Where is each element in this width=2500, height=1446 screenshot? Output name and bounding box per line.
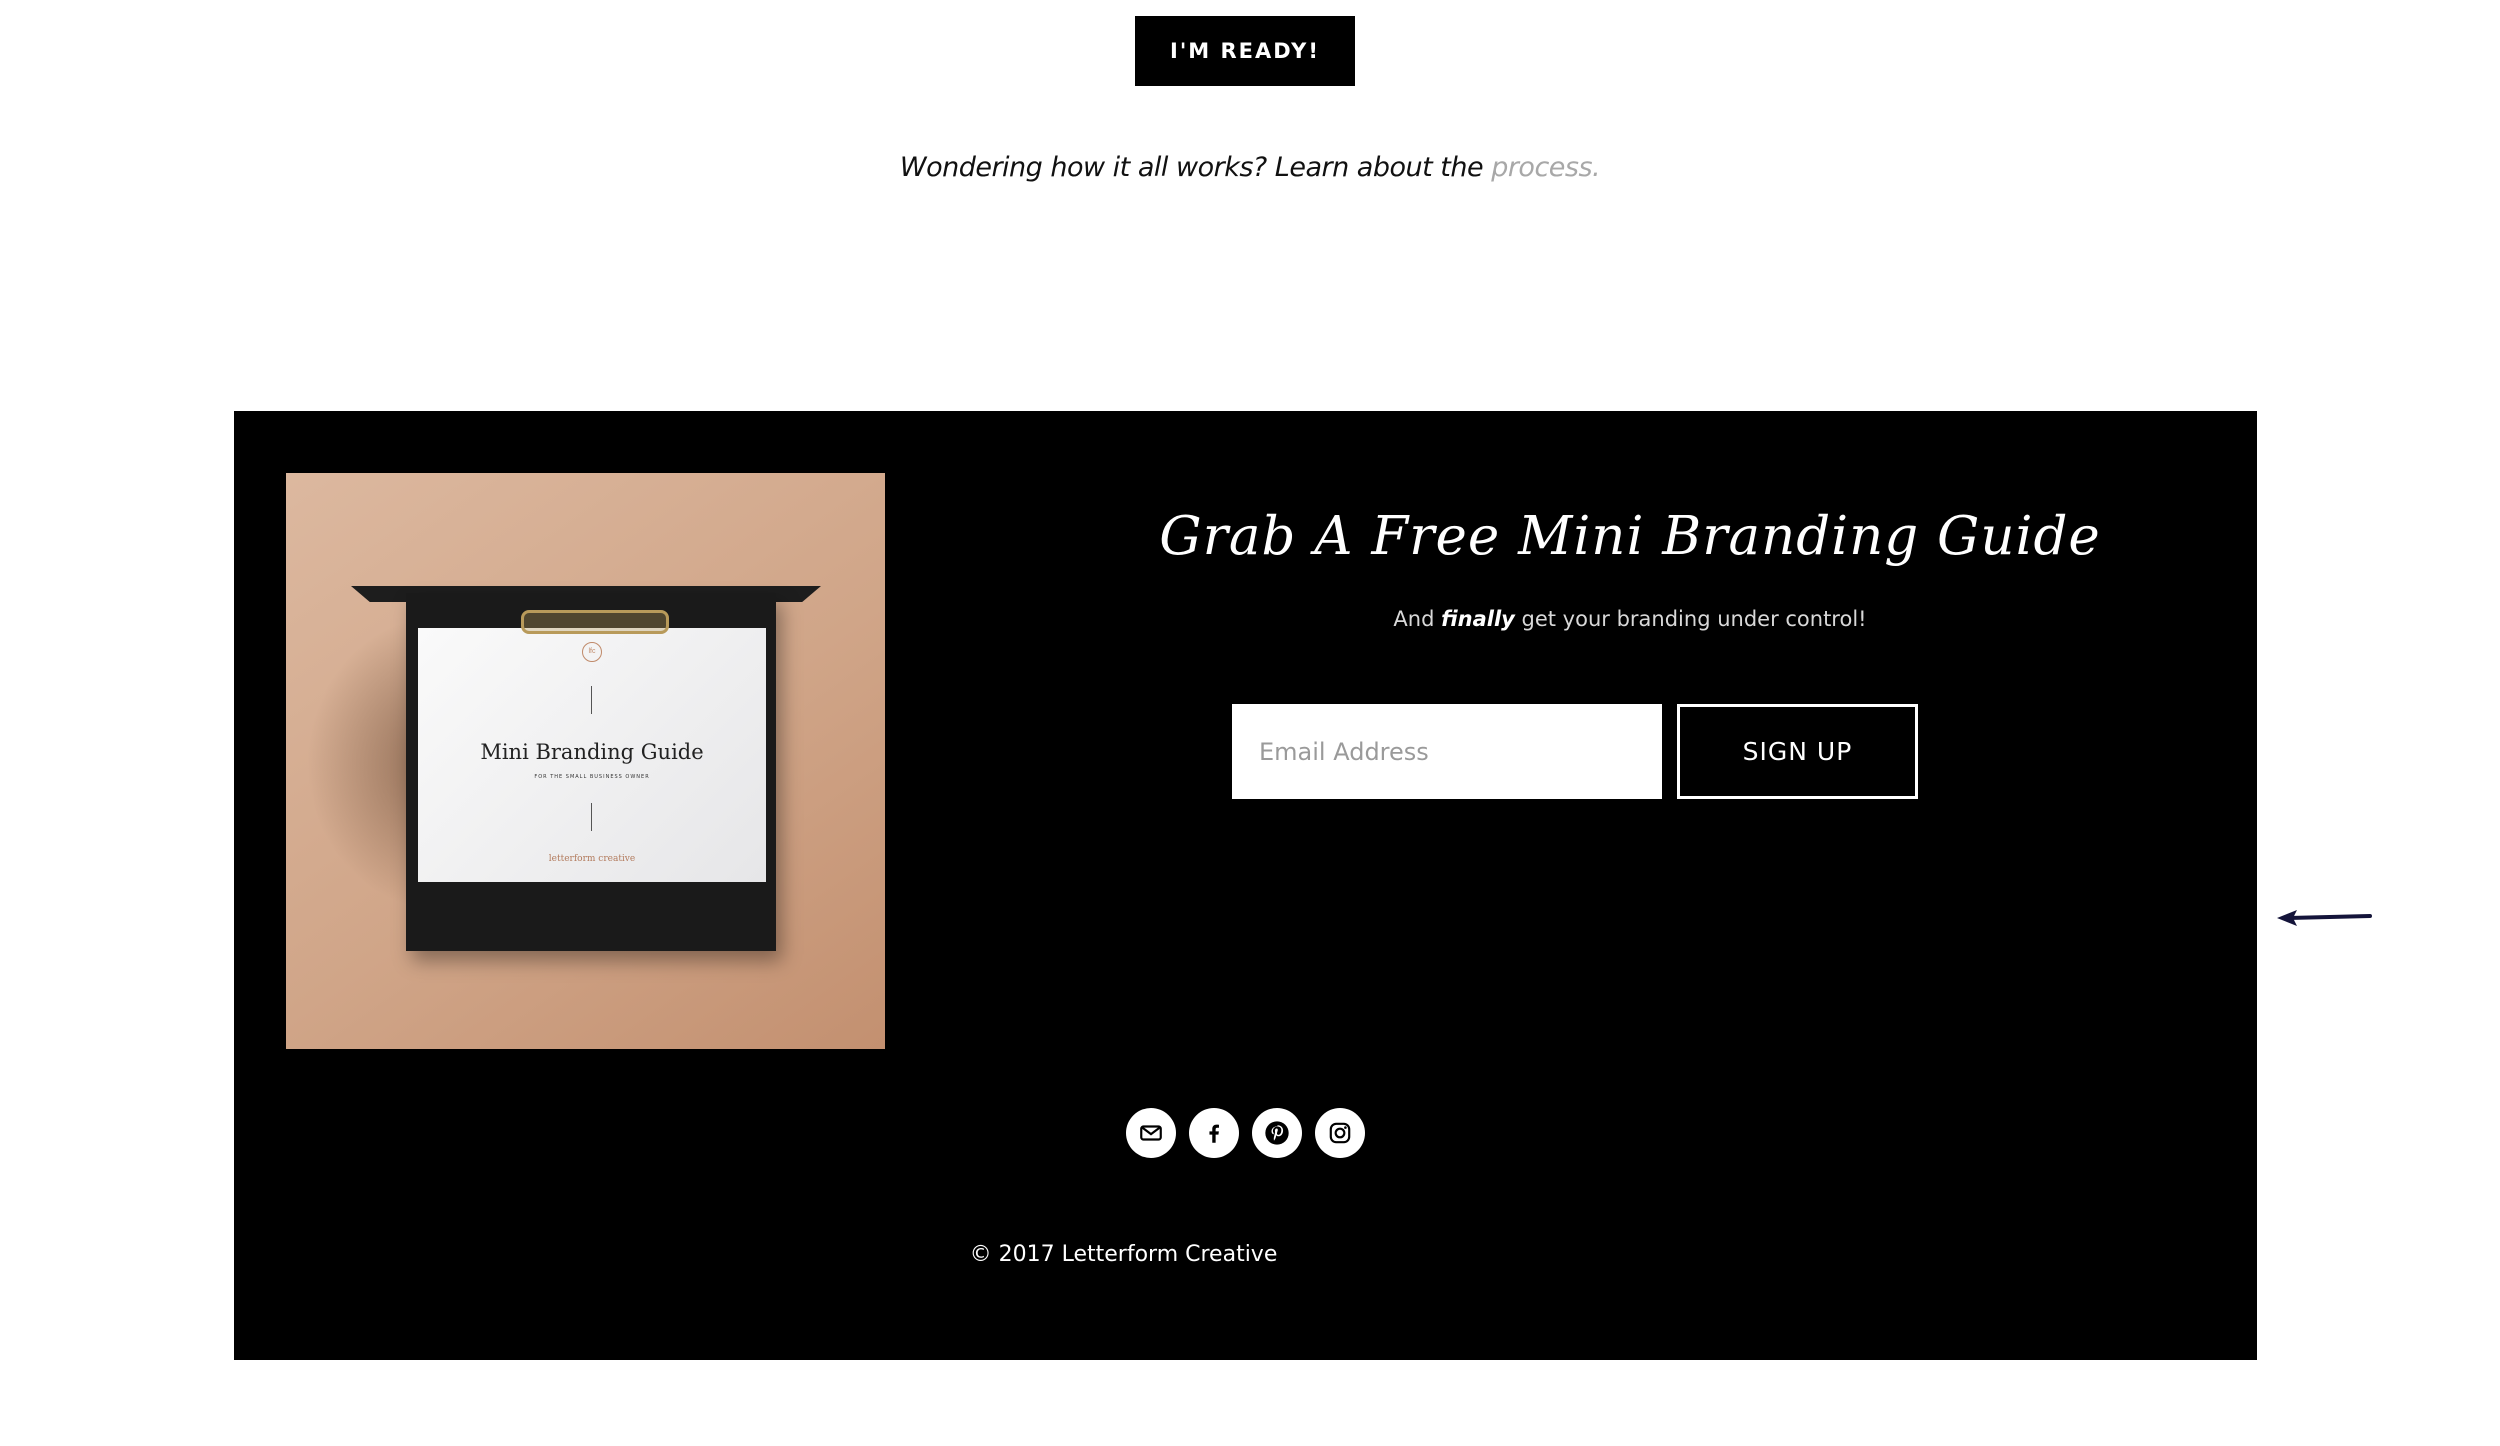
- monogram: lfc: [582, 642, 602, 662]
- guide-page: lfc Mini Branding Guide FOR THE SMALL BU…: [418, 628, 766, 882]
- subheading-before: And: [1393, 607, 1442, 631]
- page-rule-bottom: [591, 803, 592, 831]
- email-icon[interactable]: [1126, 1108, 1176, 1158]
- process-prompt: Wondering how it all works? Learn about …: [0, 152, 2500, 183]
- branding-guide-image: lfc Mini Branding Guide FOR THE SMALL BU…: [286, 473, 885, 1049]
- newsletter-heading: Grab A Free Mini Branding Guide: [1159, 506, 2101, 567]
- page-rule-top: [591, 686, 592, 714]
- process-prompt-text: Wondering how it all works? Learn about …: [899, 152, 1492, 183]
- instagram-icon[interactable]: [1315, 1108, 1365, 1158]
- im-ready-button[interactable]: I'M READY!: [1135, 16, 1355, 86]
- facebook-icon[interactable]: [1189, 1108, 1239, 1158]
- guide-title: Mini Branding Guide: [480, 740, 704, 764]
- social-links: [1126, 1108, 1365, 1158]
- sign-up-button[interactable]: SIGN UP: [1677, 704, 1918, 799]
- guide-brand: letterform creative: [548, 854, 636, 864]
- arrow-left-icon[interactable]: [2275, 905, 2375, 931]
- process-link[interactable]: process.: [1491, 152, 1600, 183]
- email-input[interactable]: [1232, 704, 1662, 799]
- subheading-emphasis: finally: [1441, 607, 1515, 631]
- pinterest-icon[interactable]: [1252, 1108, 1302, 1158]
- newsletter-subheading: And finally get your branding under cont…: [1130, 607, 2130, 631]
- guide-subtitle: FOR THE SMALL BUSINESS OWNER: [534, 774, 650, 780]
- binder-rings: [521, 610, 669, 634]
- footer-section: lfc Mini Branding Guide FOR THE SMALL BU…: [234, 411, 2257, 1360]
- copyright-text: © 2017 Letterform Creative: [969, 1242, 1278, 1267]
- subheading-after: get your branding under control!: [1514, 607, 1867, 631]
